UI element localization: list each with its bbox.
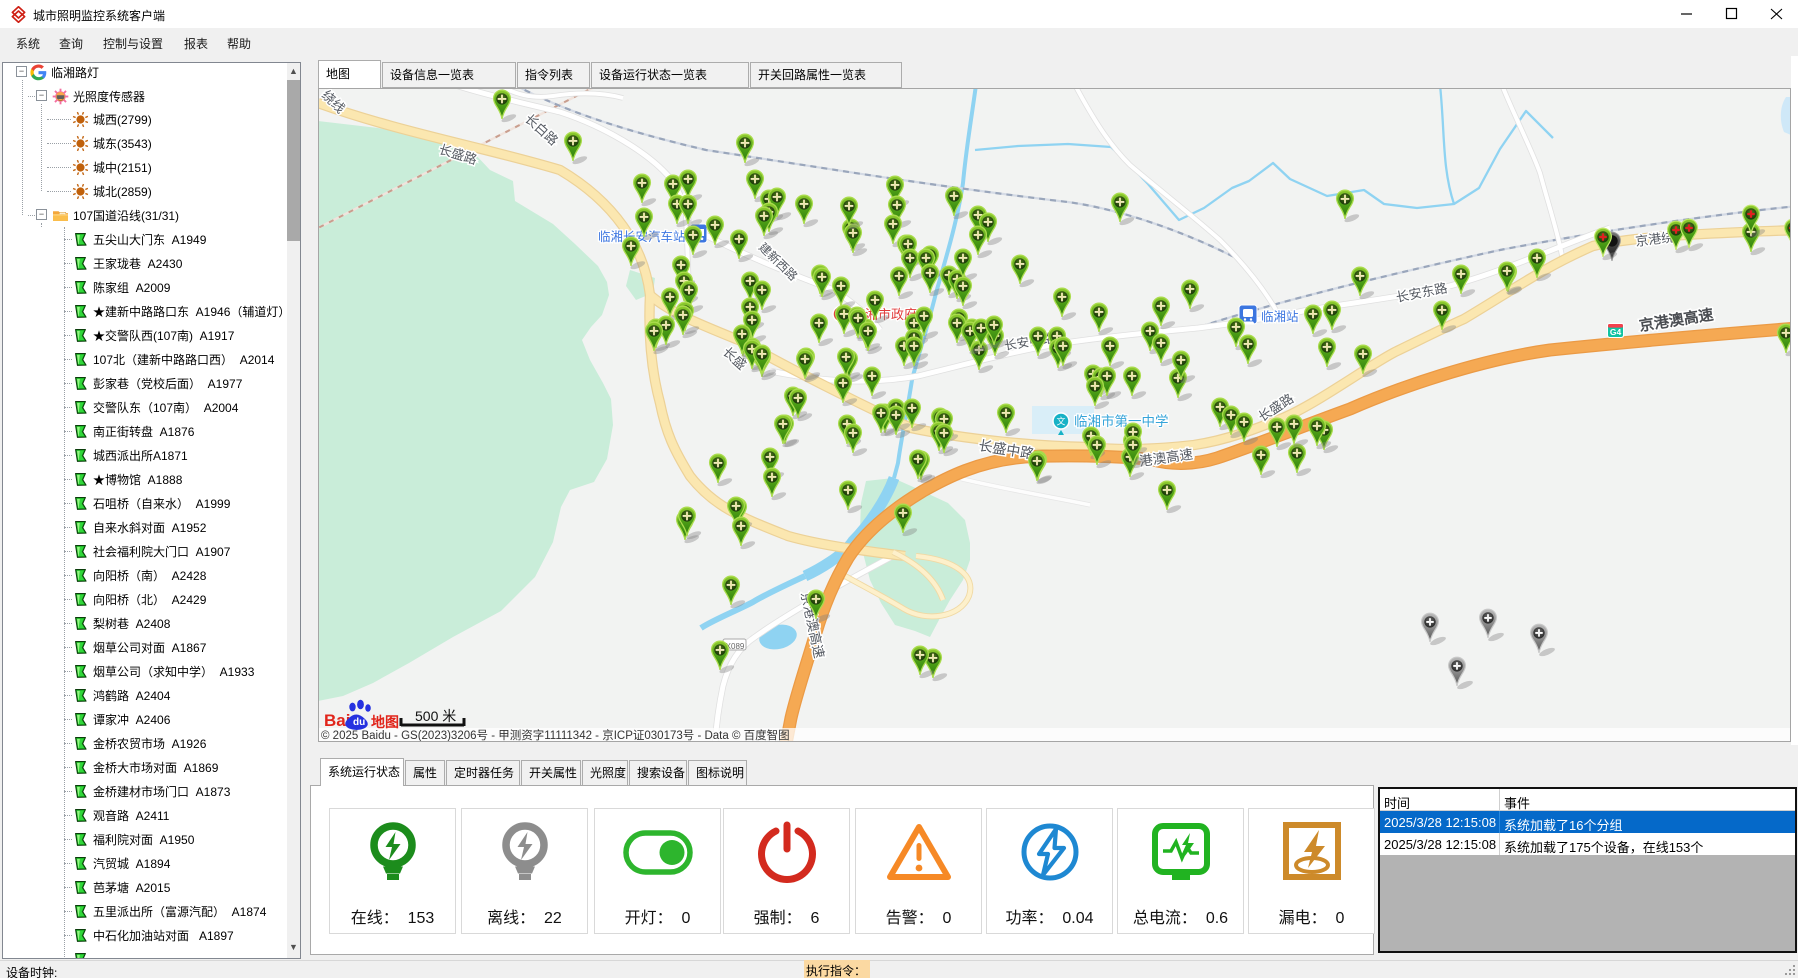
svg-text:地图: 地图 (371, 714, 399, 730)
svg-text:临湘市第一中学: 临湘市第一中学 (1074, 413, 1169, 429)
svg-text:G4: G4 (1610, 327, 1622, 337)
svg-text:500 米: 500 米 (415, 708, 456, 724)
svg-text:© 2025 Baidu - GS(2023)3206号 -: © 2025 Baidu - GS(2023)3206号 - 甲测资字11111… (321, 728, 790, 742)
svg-text:临湘站: 临湘站 (1261, 309, 1299, 324)
svg-text:du: du (353, 717, 365, 728)
svg-text:文: 文 (1056, 416, 1065, 427)
svg-text:Bai: Bai (324, 711, 350, 730)
